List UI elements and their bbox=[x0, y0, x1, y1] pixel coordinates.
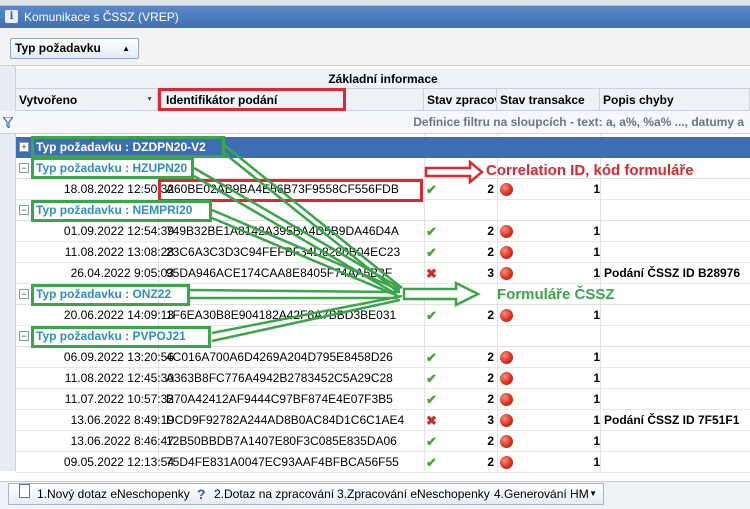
annotation-arrows bbox=[189, 144, 484, 343]
tab-generation[interactable]: 4.Generování HM bbox=[494, 484, 589, 504]
tab-processing-query[interactable]: 2.Dotaz na zpracování bbox=[214, 484, 334, 504]
document-icon bbox=[19, 484, 30, 498]
annotation-correlation: Correlation ID, kód formuláře bbox=[486, 162, 694, 179]
tab-new-query[interactable]: 1.Nový dotaz eNeschopenky bbox=[37, 484, 190, 504]
bottom-tab-strip[interactable]: 1.Nový dotaz eNeschopenky ? 2.Dotaz na z… bbox=[8, 483, 604, 505]
annotation-forms: Formuláře ČSSZ bbox=[497, 286, 615, 303]
chevron-down-icon[interactable]: ▼ bbox=[589, 484, 597, 504]
tab-processing[interactable]: 3.Zpracování eNeschopenky bbox=[337, 484, 490, 504]
question-icon: ? bbox=[197, 486, 206, 502]
